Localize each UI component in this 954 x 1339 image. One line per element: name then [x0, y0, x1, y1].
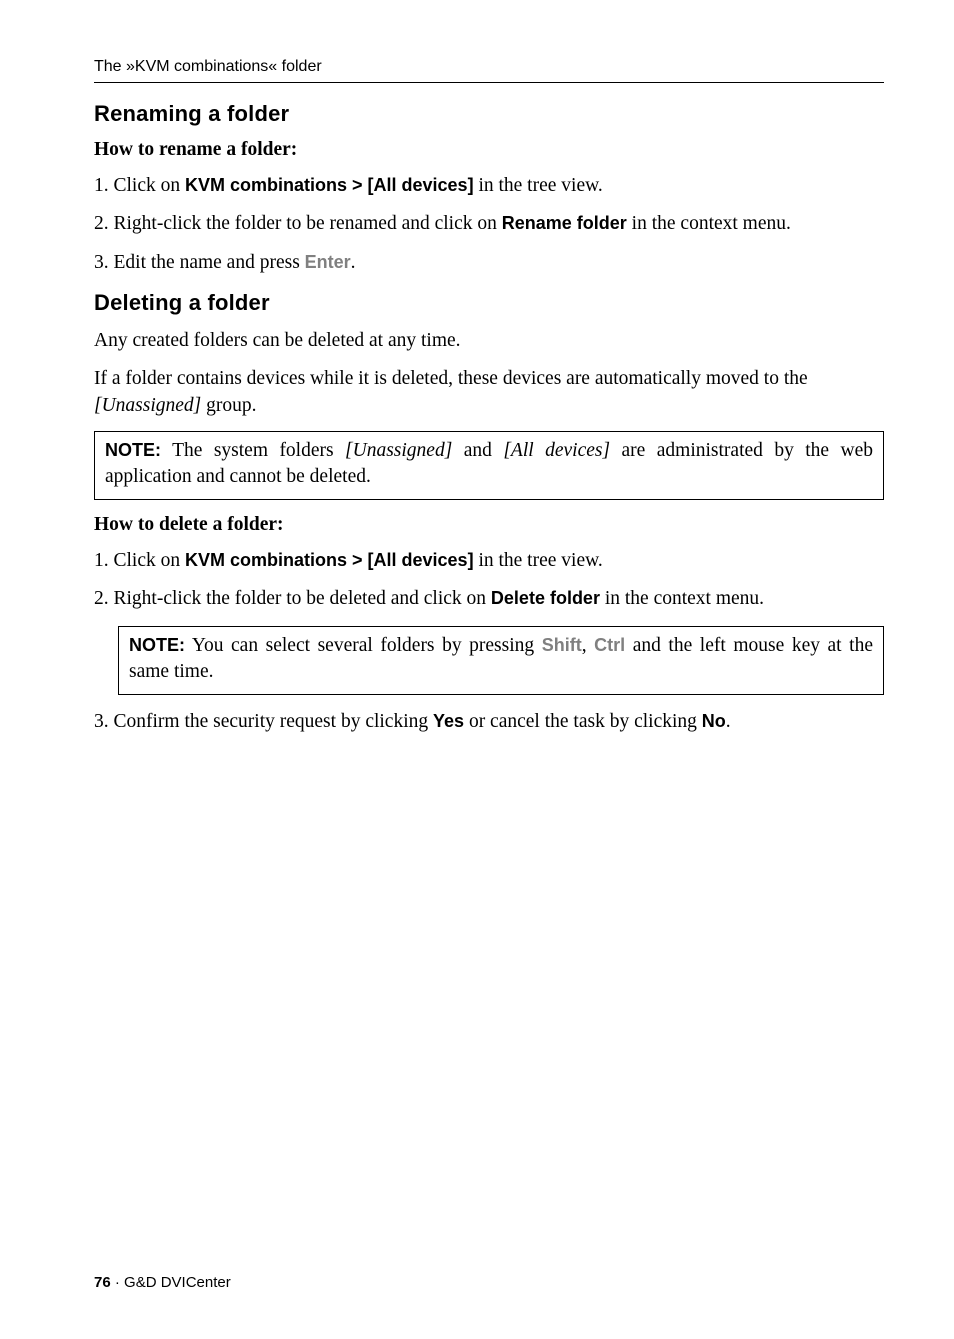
- note-text: The system folders: [161, 440, 345, 461]
- text: group.: [201, 395, 256, 416]
- note-text: and: [452, 440, 503, 461]
- button-no: No: [702, 711, 726, 731]
- step-text: Right-click the folder to be deleted and…: [114, 588, 491, 609]
- step-number: 3.: [94, 711, 109, 732]
- step-text: Right-click the folder to be renamed and…: [114, 213, 502, 234]
- section-renaming-title: Renaming a folder: [94, 101, 884, 127]
- rename-steps: 1. Click on KVM combinations > [All devi…: [94, 173, 884, 276]
- section-deleting-title: Deleting a folder: [94, 290, 884, 316]
- step-text: Click on: [114, 175, 186, 196]
- button-yes: Yes: [433, 711, 464, 731]
- note-multi-select: NOTE: You can select several folders by …: [118, 626, 884, 695]
- delete-step-2: 2. Right-click the folder to be deleted …: [94, 586, 884, 612]
- folder-unassigned: [Unassigned]: [94, 395, 201, 416]
- step-text: in the context menu.: [627, 213, 791, 234]
- menu-item: Delete folder: [491, 588, 600, 608]
- step-text: .: [726, 711, 731, 732]
- ui-path: KVM combinations > [All devices]: [185, 550, 474, 570]
- menu-item: Rename folder: [502, 213, 627, 233]
- note-text: ,: [582, 635, 594, 656]
- note-system-folders: NOTE: The system folders [Unassigned] an…: [94, 431, 884, 500]
- step-text: Edit the name and press: [114, 252, 305, 273]
- note-label: NOTE:: [105, 440, 161, 460]
- delete-steps-continued: 3. Confirm the security request by click…: [94, 709, 884, 735]
- rename-step-2: 2. Right-click the folder to be renamed …: [94, 211, 884, 237]
- howto-delete: How to delete a folder:: [94, 514, 884, 536]
- note-text: You can select several folders by pressi…: [185, 635, 542, 656]
- delete-intro-1: Any created folders can be deleted at an…: [94, 328, 884, 354]
- rename-step-3: 3. Edit the name and press Enter.: [94, 250, 884, 276]
- ui-path: KVM combinations > [All devices]: [185, 175, 474, 195]
- page-number: 76: [94, 1274, 111, 1291]
- delete-step-1: 1. Click on KVM combinations > [All devi…: [94, 548, 884, 574]
- text: If a folder contains devices while it is…: [94, 368, 808, 389]
- step-number: 1.: [94, 550, 109, 571]
- header-rule: [94, 82, 884, 83]
- running-header: The »KVM combinations« folder: [94, 58, 884, 76]
- step-text: in the context menu.: [600, 588, 764, 609]
- delete-intro-2: If a folder contains devices while it is…: [94, 366, 884, 419]
- delete-step-3: 3. Confirm the security request by click…: [94, 709, 884, 735]
- doc-title: G&D DVICenter: [124, 1274, 231, 1291]
- step-number: 3.: [94, 252, 109, 273]
- howto-rename: How to rename a folder:: [94, 139, 884, 161]
- folder-unassigned: [Unassigned]: [345, 440, 452, 461]
- page-footer: 76 · G&D DVICenter: [94, 1274, 231, 1291]
- step-number: 2.: [94, 213, 109, 234]
- step-number: 1.: [94, 175, 109, 196]
- key-shift: Shift: [542, 635, 582, 655]
- step-text: .: [351, 252, 356, 273]
- step-number: 2.: [94, 588, 109, 609]
- step-text: in the tree view.: [474, 550, 603, 571]
- delete-steps: 1. Click on KVM combinations > [All devi…: [94, 548, 884, 613]
- footer-sep: ·: [111, 1274, 124, 1291]
- rename-step-1: 1. Click on KVM combinations > [All devi…: [94, 173, 884, 199]
- step-text: in the tree view.: [474, 175, 603, 196]
- step-text: Confirm the security request by clicking: [114, 711, 434, 732]
- note-label: NOTE:: [129, 635, 185, 655]
- key-enter: Enter: [305, 252, 351, 272]
- step-text: Click on: [114, 550, 186, 571]
- key-ctrl: Ctrl: [594, 635, 625, 655]
- step-text: or cancel the task by clicking: [464, 711, 702, 732]
- folder-all-devices: [All devices]: [503, 440, 610, 461]
